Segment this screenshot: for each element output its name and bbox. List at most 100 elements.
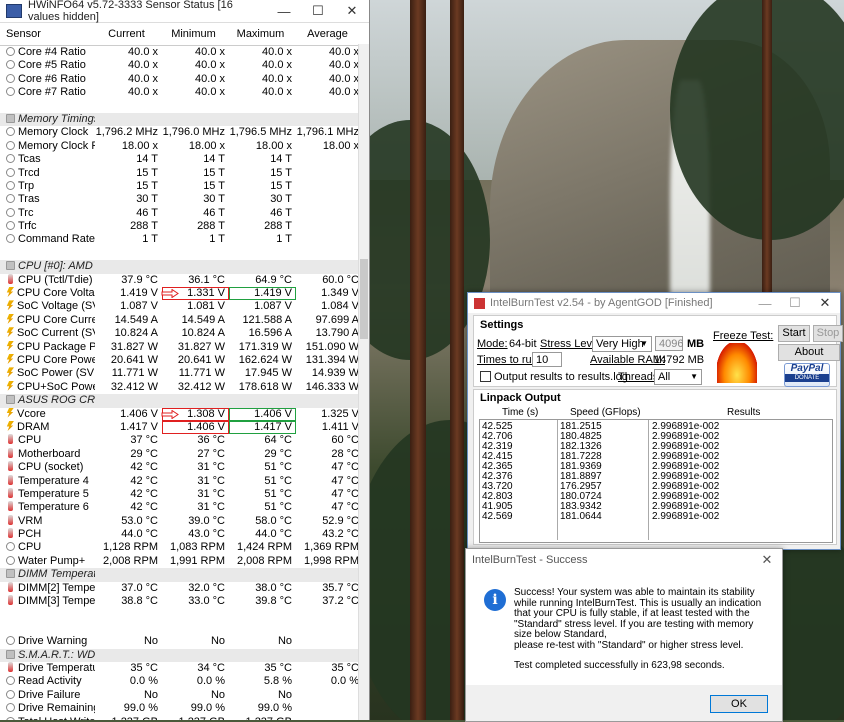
sensor-row[interactable]: CPU Core Voltage (... 1.419 V1.331 V1.419… (0, 287, 369, 301)
sensor-row[interactable]: Read Activity 0.0 % 0.0 % 5.8 % 0.0 % (0, 675, 369, 688)
sensor-group-header[interactable]: CPU [#0]: AMD Ryz... (0, 260, 369, 274)
sensor-row[interactable]: Tras 30 T 30 T 30 T (0, 193, 369, 206)
thermometer-icon (8, 273, 13, 284)
sensor-row[interactable]: Trcd 15 T 15 T 15 T (0, 167, 369, 180)
column-header-sensor[interactable]: Sensor (0, 28, 95, 40)
sensor-value-minimum: 31 °C (197, 487, 225, 500)
close-button[interactable]: ✕ (752, 552, 782, 568)
sensor-group-header[interactable]: S.M.A.R.T.: WDC ... (0, 648, 369, 662)
sensor-row[interactable]: SoC Voltage (SVI2 ... 1.087 V 1.081 V 1.087… (0, 300, 369, 313)
sensor-value-maximum: 51 °C (264, 474, 292, 487)
stop-button[interactable]: Stop (813, 325, 843, 342)
sensor-row[interactable]: Command Rate 1 T 1 T 1 T (0, 233, 369, 246)
sensor-group-header[interactable]: Memory Timings (0, 112, 369, 127)
sensor-row[interactable]: CPU Package Powe... 31.827 W 31.827 W 171.3… (0, 340, 369, 354)
memory-size-field[interactable]: 4096 (655, 336, 683, 351)
sensor-row[interactable]: Temperature 5 42 °C 31 °C 51 °C 47 °C (0, 487, 369, 501)
sensor-row[interactable]: Water Pump+ 2,008 RPM 1,991 RPM 2,008 RPM 1,… (0, 555, 369, 568)
sensor-name: DRAM (17, 420, 50, 433)
close-button[interactable]: ✕ (335, 3, 369, 19)
about-button[interactable]: About (778, 344, 840, 361)
sensor-row[interactable]: Core #4 Ratio 40.0 x 40.0 x 40.0 x 40.0 x (0, 46, 369, 59)
sensor-row[interactable]: Memory Clock Ratio 18.00 x 18.00 x 18.00 x 1… (0, 140, 369, 153)
scrollbar-thumb[interactable] (360, 259, 368, 339)
sensor-group-header[interactable]: ASUS ROG CROSSH... (0, 394, 369, 408)
sensor-row[interactable]: CPU Core Power (S... 20.641 W 20.641 W 162.… (0, 353, 369, 367)
linpack-output-table[interactable]: 42.525 42.706 42.319 42.415 42.365 42.376 43.7… (479, 419, 833, 543)
sensor-row[interactable]: Motherboard 29 °C 27 °C 29 °C 28 °C (0, 447, 369, 461)
times-to-run-field[interactable]: 10 (532, 352, 562, 367)
blank-row (0, 622, 369, 635)
sensor-value-average: 52.9 °C (322, 514, 359, 527)
sensor-row[interactable]: VRM 53.0 °C 39.0 °C 58.0 °C 52.9 °C (0, 514, 369, 528)
sensor-row[interactable]: Trc 46 T 46 T 46 T (0, 207, 369, 220)
sensor-row[interactable]: CPU+SoC Power (S... 32.412 W 32.412 W 178.6… (0, 380, 369, 394)
maximize-button[interactable]: ☐ (301, 3, 335, 19)
threads-select[interactable]: All ▼ (654, 369, 702, 385)
sensor-row[interactable]: CPU 1,128 RPM 1,083 RPM 1,424 RPM 1,369 RPM (0, 541, 369, 554)
sensor-value-current: 1.419 V (120, 287, 158, 300)
minimize-button[interactable]: — (267, 4, 301, 19)
sensor-row[interactable]: Trfc 288 T 288 T 288 T (0, 220, 369, 233)
freeze-test-flame-icon[interactable] (717, 343, 757, 383)
thermometer-icon (8, 434, 13, 445)
maximize-button[interactable]: ☐ (780, 295, 810, 311)
sensor-row[interactable]: CPU (Tctl/Tdie) 37.9 °C 36.1 °C 64.9 °C 60.0… (0, 273, 369, 287)
sensor-row[interactable]: Drive Temperature 35 °C 34 °C 35 °C 35 °C (0, 661, 369, 675)
sensor-row[interactable]: SoC Current (SVI2 ... 10.824 A 10.824 A 16.… (0, 327, 369, 340)
sensor-row[interactable]: CPU 37 °C 36 °C 64 °C 60 °C (0, 434, 369, 447)
sensor-row[interactable]: PCH 44.0 °C 43.0 °C 44.0 °C 43.2 °C (0, 528, 369, 541)
sensor-row[interactable]: CPU Core Current (... 14.549 A 14.549 A 121… (0, 313, 369, 327)
vertical-scrollbar[interactable] (358, 44, 369, 720)
sensor-row[interactable]: CPU (socket) 42 °C 31 °C 51 °C 47 °C (0, 461, 369, 474)
sensor-row[interactable]: Core #7 Ratio 40.0 x 40.0 x 40.0 x 40.0 x (0, 86, 369, 99)
sensor-row[interactable]: Drive Warning No No No (0, 635, 369, 648)
close-button[interactable]: ✕ (810, 295, 840, 311)
minimize-button[interactable]: — (750, 296, 780, 311)
sensor-value-current: 31.827 W (110, 340, 158, 353)
output-results-checkbox[interactable] (480, 371, 491, 382)
stress-level-select[interactable]: Very High ▼ (592, 336, 652, 352)
gauge-icon (6, 207, 15, 217)
column-header-current[interactable]: Current (95, 28, 162, 40)
sensor-value-minimum: 1,991 RPM (169, 554, 225, 567)
lightning-icon (6, 287, 14, 298)
dialog-titlebar[interactable]: IntelBurnTest - Success ✕ (466, 549, 782, 571)
sensor-row[interactable]: DIMM[2] Temperature 37.0 °C 32.0 °C 38.0 °C… (0, 581, 369, 595)
sensor-row[interactable]: DIMM[3] Temperature 38.8 °C 33.0 °C 39.8 °C… (0, 595, 369, 608)
sensor-row[interactable]: Drive Failure No No No (0, 689, 369, 702)
sensor-group-header[interactable]: DIMM Temperature ... (0, 568, 369, 582)
sensor-name: Trc (18, 206, 34, 219)
column-header-maximum[interactable]: Maximum (229, 28, 296, 40)
sensor-row[interactable]: Temperature 6 42 °C 31 °C 51 °C 47 °C (0, 501, 369, 514)
sensor-value-minimum: 15 T (203, 179, 225, 192)
sensor-value-maximum: 1.417 V (229, 420, 296, 435)
ok-button[interactable]: OK (710, 695, 768, 713)
sensor-value-minimum: 33.0 °C (188, 595, 225, 608)
sensor-row[interactable]: SoC Power (SVI2 TFN) 11.771 W 11.771 W 17.9… (0, 367, 369, 380)
sensor-row[interactable]: Total Host Writes1,237 GB1,237 GB1,237 G… (0, 716, 369, 720)
sensor-row[interactable]: Tcas 14 T 14 T 14 T (0, 153, 369, 166)
sensor-row[interactable]: Memory Clock 1,796.2 MHz 1,796.0 MHz 1,796.… (0, 126, 369, 139)
sensor-row[interactable]: Vcore 1.406 V 1.308 V 1.406 V 1.325 V (0, 407, 369, 421)
sensor-value-maximum: 2,008 RPM (236, 554, 292, 567)
paypal-donate-button[interactable]: PayPal DONATE (784, 363, 830, 387)
sensor-value-maximum: 30 T (270, 193, 292, 206)
sensor-value-minimum: 40.0 x (195, 59, 225, 72)
start-button[interactable]: Start (778, 325, 810, 342)
ibt-titlebar[interactable]: IntelBurnTest v2.54 - by AgentGOD [Finis… (468, 293, 840, 313)
sensor-row[interactable]: Trp 15 T 15 T 15 T (0, 180, 369, 193)
sensor-value-current: 40.0 x (128, 59, 158, 72)
lightning-icon (6, 340, 14, 351)
column-header-average[interactable]: Average (296, 28, 363, 40)
sensor-row[interactable]: Core #5 Ratio 40.0 x 40.0 x 40.0 x 40.0 x (0, 59, 369, 72)
sensor-row[interactable]: Core #6 Ratio 40.0 x 40.0 x 40.0 x 40.0 x (0, 73, 369, 86)
sensor-row[interactable]: DRAM 1.417 V 1.406 V 1.417 V 1.411 V (0, 420, 369, 435)
sensor-row[interactable]: Drive Remaining Life 99.0 % 99.0 % 99.0 % (0, 702, 369, 715)
sensor-value-maximum: 35 °C (264, 661, 292, 674)
gauge-icon (6, 127, 15, 137)
gauge-icon (6, 716, 15, 720)
hwinfo-titlebar[interactable]: HWiNFO64 v5.72-3333 Sensor Status [16 va… (0, 0, 369, 23)
sensor-row[interactable]: Temperature 4 42 °C 31 °C 51 °C 47 °C (0, 474, 369, 488)
column-header-minimum[interactable]: Minimum (162, 28, 229, 40)
